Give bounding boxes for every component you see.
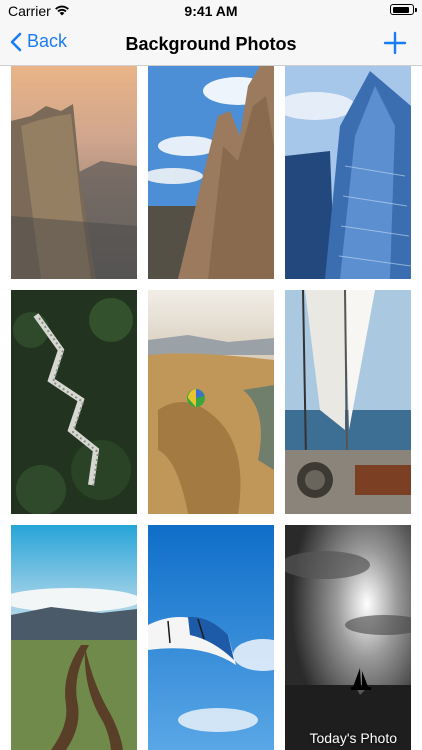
add-photo-button[interactable] — [382, 30, 408, 56]
photo-rock-spire[interactable] — [148, 66, 274, 279]
photo-black-white-sea[interactable]: Today's Photo — [285, 525, 411, 750]
chevron-left-icon — [10, 32, 22, 51]
back-button[interactable]: Back — [10, 31, 67, 52]
back-label: Back — [27, 31, 68, 51]
battery-icon — [390, 4, 417, 15]
photo-sailboat[interactable] — [285, 290, 411, 514]
status-bar: Carrier 9:41 AM — [0, 0, 422, 22]
navigation-bar: Back Background Photos — [0, 22, 422, 66]
photo-forest-stairway[interactable] — [11, 290, 137, 514]
todays-photo-label: Today's Photo — [309, 730, 397, 746]
status-time: 9:41 AM — [184, 3, 238, 19]
plus-icon — [383, 31, 407, 55]
photo-mountain-cliff[interactable] — [11, 66, 137, 279]
photo-glass-skyscraper[interactable] — [285, 66, 411, 279]
photo-dirt-road[interactable] — [11, 525, 137, 750]
photo-paraglider[interactable] — [148, 525, 274, 750]
photo-grid: Today's Photo — [0, 66, 422, 750]
photo-hot-air-balloon[interactable] — [148, 290, 274, 514]
